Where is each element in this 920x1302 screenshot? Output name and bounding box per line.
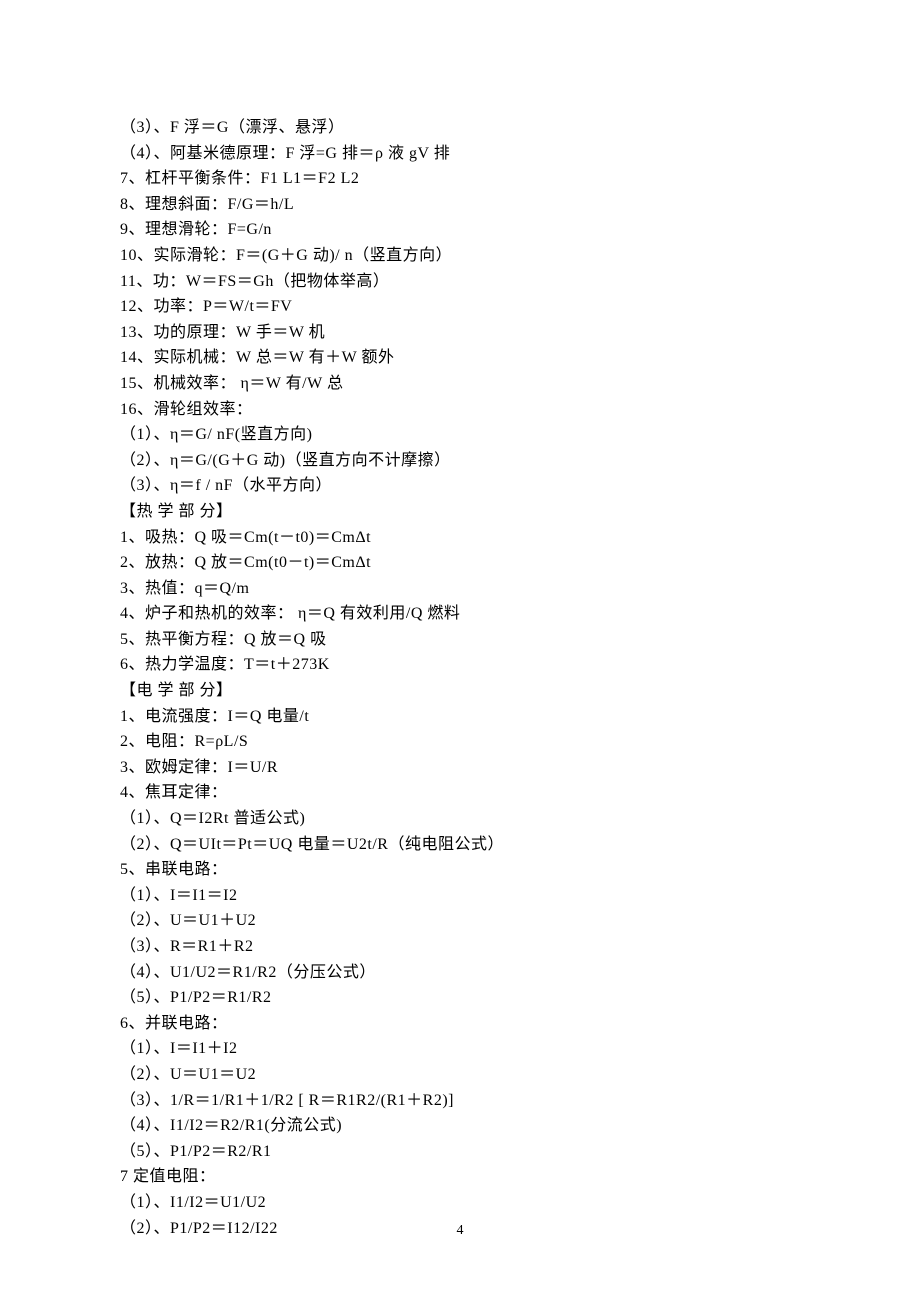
text-line: （1）、I＝I1＋I2 bbox=[120, 1036, 800, 1062]
document-content: （3）、F 浮＝G（漂浮、悬浮）（4）、阿基米德原理：F 浮=G 排＝ρ 液 g… bbox=[120, 115, 800, 1241]
text-line: 6、热力学温度：T＝t＋273K bbox=[120, 652, 800, 678]
text-line: （1）、I＝I1＝I2 bbox=[120, 883, 800, 909]
text-line: 14、实际机械：W 总＝W 有＋W 额外 bbox=[120, 345, 800, 371]
text-line: （5）、P1/P2＝R1/R2 bbox=[120, 985, 800, 1011]
text-line: 【热 学 部 分】 bbox=[120, 499, 800, 525]
text-line: （4）、U1/U2＝R1/R2（分压公式） bbox=[120, 960, 800, 986]
text-line: （3）、R＝R1＋R2 bbox=[120, 934, 800, 960]
text-line: 6、并联电路： bbox=[120, 1011, 800, 1037]
text-line: （1）、η＝G/ nF(竖直方向) bbox=[120, 422, 800, 448]
text-line: （2）、U＝U1＋U2 bbox=[120, 908, 800, 934]
text-line: 2、放热：Q 放＝Cm(t0－t)＝CmΔt bbox=[120, 550, 800, 576]
document-page: （3）、F 浮＝G（漂浮、悬浮）（4）、阿基米德原理：F 浮=G 排＝ρ 液 g… bbox=[0, 0, 920, 1302]
text-line: （5）、P1/P2＝R2/R1 bbox=[120, 1139, 800, 1165]
text-line: 12、功率：P＝W/t＝FV bbox=[120, 294, 800, 320]
text-line: 3、欧姆定律：I＝U/R bbox=[120, 755, 800, 781]
text-line: （3）、1/R＝1/R1＋1/R2 [ R＝R1R2/(R1＋R2)] bbox=[120, 1088, 800, 1114]
text-line: 9、理想滑轮：F=G/n bbox=[120, 217, 800, 243]
text-line: （4）、阿基米德原理：F 浮=G 排＝ρ 液 gV 排 bbox=[120, 141, 800, 167]
text-line: 5、热平衡方程：Q 放＝Q 吸 bbox=[120, 627, 800, 653]
text-line: 3、热值：q＝Q/m bbox=[120, 576, 800, 602]
text-line: 15、机械效率： η＝W 有/W 总 bbox=[120, 371, 800, 397]
text-line: 1、电流强度：I＝Q 电量/t bbox=[120, 704, 800, 730]
text-line: 4、焦耳定律： bbox=[120, 780, 800, 806]
text-line: （3）、η＝f / nF（水平方向） bbox=[120, 473, 800, 499]
text-line: （4）、I1/I2＝R2/R1(分流公式) bbox=[120, 1113, 800, 1139]
text-line: 7 定值电阻： bbox=[120, 1164, 800, 1190]
text-line: 16、滑轮组效率： bbox=[120, 397, 800, 423]
text-line: 10、实际滑轮：F＝(G＋G 动)/ n（竖直方向） bbox=[120, 243, 800, 269]
text-line: 13、功的原理：W 手＝W 机 bbox=[120, 320, 800, 346]
text-line: （2）、η＝G/(G＋G 动)（竖直方向不计摩擦） bbox=[120, 448, 800, 474]
text-line: 【电 学 部 分】 bbox=[120, 678, 800, 704]
text-line: 7、杠杆平衡条件：F1 L1＝F2 L2 bbox=[120, 166, 800, 192]
text-line: （2）、U＝U1＝U2 bbox=[120, 1062, 800, 1088]
text-line: 2、电阻：R=ρL/S bbox=[120, 729, 800, 755]
text-line: （3）、F 浮＝G（漂浮、悬浮） bbox=[120, 115, 800, 141]
text-line: 4、炉子和热机的效率： η＝Q 有效利用/Q 燃料 bbox=[120, 601, 800, 627]
text-line: 8、理想斜面：F/G＝h/L bbox=[120, 192, 800, 218]
text-line: 1、吸热：Q 吸＝Cm(t－t0)＝CmΔt bbox=[120, 525, 800, 551]
text-line: 11、功：W＝FS＝Gh（把物体举高） bbox=[120, 269, 800, 295]
text-line: （2）、Q＝UIt＝Pt＝UQ 电量＝U2t/R（纯电阻公式） bbox=[120, 832, 800, 858]
text-line: （1）、I1/I2＝U1/U2 bbox=[120, 1190, 800, 1216]
text-line: 5、串联电路： bbox=[120, 857, 800, 883]
text-line: （1）、Q＝I2Rt 普适公式) bbox=[120, 806, 800, 832]
page-number: 4 bbox=[0, 1220, 920, 1242]
